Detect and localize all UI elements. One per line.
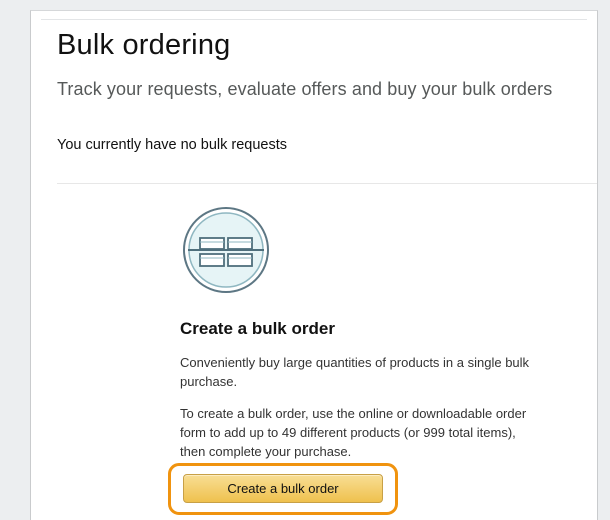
page-title: Bulk ordering [57, 29, 231, 61]
bulk-ordering-panel: Bulk ordering Track your requests, evalu… [30, 10, 598, 520]
bulk-order-description: Conveniently buy large quantities of pro… [180, 355, 530, 389]
button-highlight-outline: Create a bulk order [168, 463, 398, 515]
boxes-grid-icon [183, 207, 269, 293]
create-bulk-order-heading: Create a bulk order [180, 319, 335, 338]
create-bulk-order-button[interactable]: Create a bulk order [183, 474, 383, 503]
no-requests-message: You currently have no bulk requests [57, 137, 287, 153]
panel-top-border [41, 19, 587, 20]
section-divider [57, 183, 597, 184]
page-subtitle: Track your requests, evaluate offers and… [57, 79, 553, 99]
bulk-order-instructions: To create a bulk order, use the online o… [180, 406, 527, 459]
